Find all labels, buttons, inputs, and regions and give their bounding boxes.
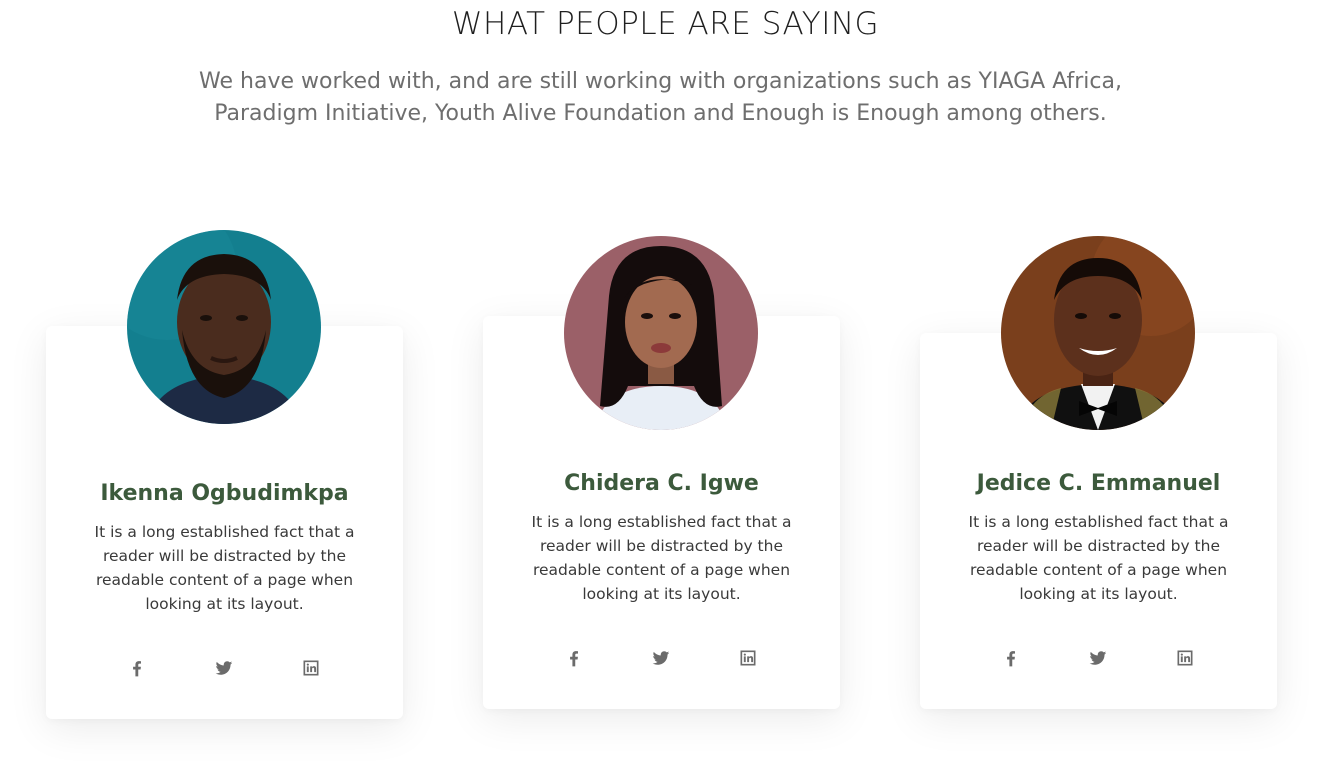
linkedin-icon[interactable] <box>299 656 323 680</box>
facebook-icon[interactable] <box>562 646 586 670</box>
testimonial-card: Jedice C. Emmanuel It is a long establis… <box>920 236 1277 709</box>
testimonial-text: It is a long established fact that a rea… <box>531 513 792 603</box>
testimonial-text: It is a long established fact that a rea… <box>968 513 1229 603</box>
section-subtitle: We have worked with, and are still worki… <box>199 69 1122 126</box>
person-name: Jedice C. Emmanuel <box>976 471 1221 496</box>
testimonial-text: It is a long established fact that a rea… <box>94 523 355 613</box>
avatar <box>127 230 321 424</box>
avatar <box>1001 236 1195 430</box>
testimonial-card: Ikenna Ogbudimkpa It is a long establish… <box>46 230 403 719</box>
social-links <box>46 656 403 680</box>
facebook-icon[interactable] <box>999 646 1023 670</box>
twitter-icon[interactable] <box>212 656 236 680</box>
linkedin-icon[interactable] <box>1173 646 1197 670</box>
linkedin-icon[interactable] <box>736 646 760 670</box>
section-title: WHAT PEOPLE ARE SAYING <box>451 6 880 42</box>
twitter-icon[interactable] <box>1086 646 1110 670</box>
person-name: Ikenna Ogbudimkpa <box>100 481 349 506</box>
twitter-icon[interactable] <box>649 646 673 670</box>
social-links <box>920 646 1277 670</box>
person-name: Chidera C. Igwe <box>564 471 759 496</box>
avatar <box>564 236 758 430</box>
testimonials-section: WHAT PEOPLE ARE SAYING We have worked wi… <box>0 0 1331 774</box>
facebook-icon[interactable] <box>125 656 149 680</box>
social-links <box>483 646 840 670</box>
testimonial-card: Chidera C. Igwe It is a long established… <box>483 236 840 709</box>
